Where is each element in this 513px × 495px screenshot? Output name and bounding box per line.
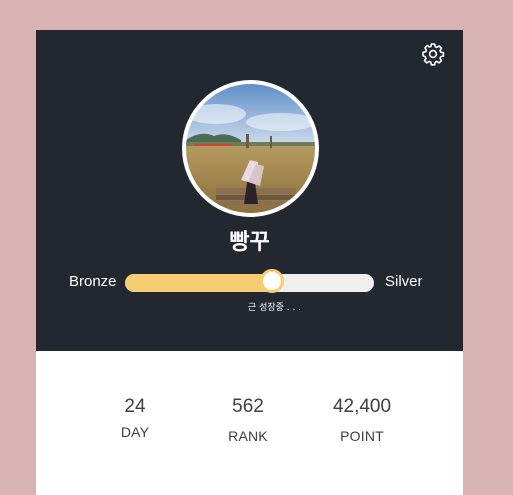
current-tier-label: Bronze	[69, 273, 117, 290]
stat-rank: 562 RANK	[193, 396, 303, 444]
profile-photo	[186, 84, 315, 213]
avatar[interactable]	[182, 80, 319, 217]
stat-point: 42,400 POINT	[307, 396, 417, 444]
next-tier-label: Silver	[385, 273, 423, 290]
stat-day: 24 DAY	[80, 396, 190, 440]
stat-label: DAY	[120, 424, 150, 440]
tier-progress-fill	[125, 274, 272, 292]
stat-label: RANK	[228, 428, 268, 444]
username: 빵꾸	[229, 230, 270, 255]
stat-label: POINT	[340, 428, 384, 444]
profile-card: 빵꾸 Bronze Silver 근 성장중 . . . 24 DAY 562 …	[36, 30, 463, 495]
tier-progress-handle[interactable]	[259, 269, 284, 293]
progress-status-text: 근 성장중 . . .	[247, 303, 302, 313]
tier-progress-bar	[125, 269, 374, 293]
gear-icon[interactable]	[421, 42, 445, 66]
stat-value: 42,400	[332, 396, 392, 417]
stat-value: 24	[124, 396, 146, 417]
stat-value: 562	[232, 396, 264, 417]
profile-header: 빵꾸 Bronze Silver 근 성장중 . . .	[36, 30, 463, 351]
